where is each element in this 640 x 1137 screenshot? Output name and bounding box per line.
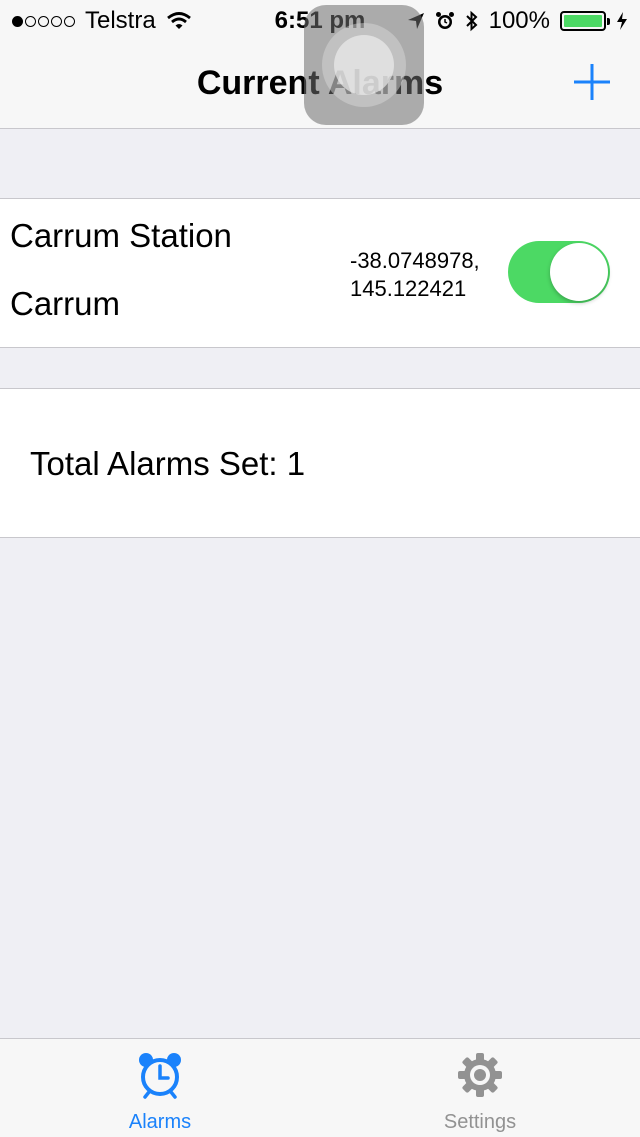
alarm-toggle[interactable]	[508, 241, 610, 303]
alarm-latitude: -38.0748978,	[350, 248, 480, 273]
status-right: 100%	[407, 7, 628, 35]
alarm-clock-icon	[435, 12, 454, 29]
alarm-subtitle: Carrum	[10, 285, 121, 322]
tab-settings-label: Settings	[443, 1111, 517, 1133]
battery-icon	[560, 11, 610, 31]
add-alarm-button[interactable]	[572, 62, 612, 102]
total-alarms-row: Total Alarms Set: 1	[0, 388, 640, 538]
alarm-row[interactable]: Carrum Station Carrum -38.0748978, 145.1…	[0, 198, 640, 348]
tab-alarms[interactable]: Alarms	[0, 1039, 320, 1137]
battery-percent: 100%	[488, 7, 550, 34]
alarm-coordinates: -38.0748978, 145.122421	[350, 247, 480, 303]
gear-icon	[458, 1053, 502, 1097]
tab-settings[interactable]: Settings	[320, 1039, 640, 1137]
tab-alarms-label: Alarms	[128, 1111, 192, 1133]
assistive-touch-button[interactable]	[304, 5, 424, 125]
toggle-knob	[550, 243, 608, 301]
alarm-title: Carrum Station	[10, 217, 232, 254]
tab-bar: Alarms Settings	[0, 1038, 640, 1137]
alarm-clock-icon	[139, 1053, 181, 1099]
bluetooth-icon	[465, 10, 478, 32]
alarm-longitude: 145.122421	[350, 276, 467, 301]
total-alarms-label: Total Alarms Set: 1	[30, 445, 306, 482]
charging-bolt-icon	[617, 12, 627, 30]
